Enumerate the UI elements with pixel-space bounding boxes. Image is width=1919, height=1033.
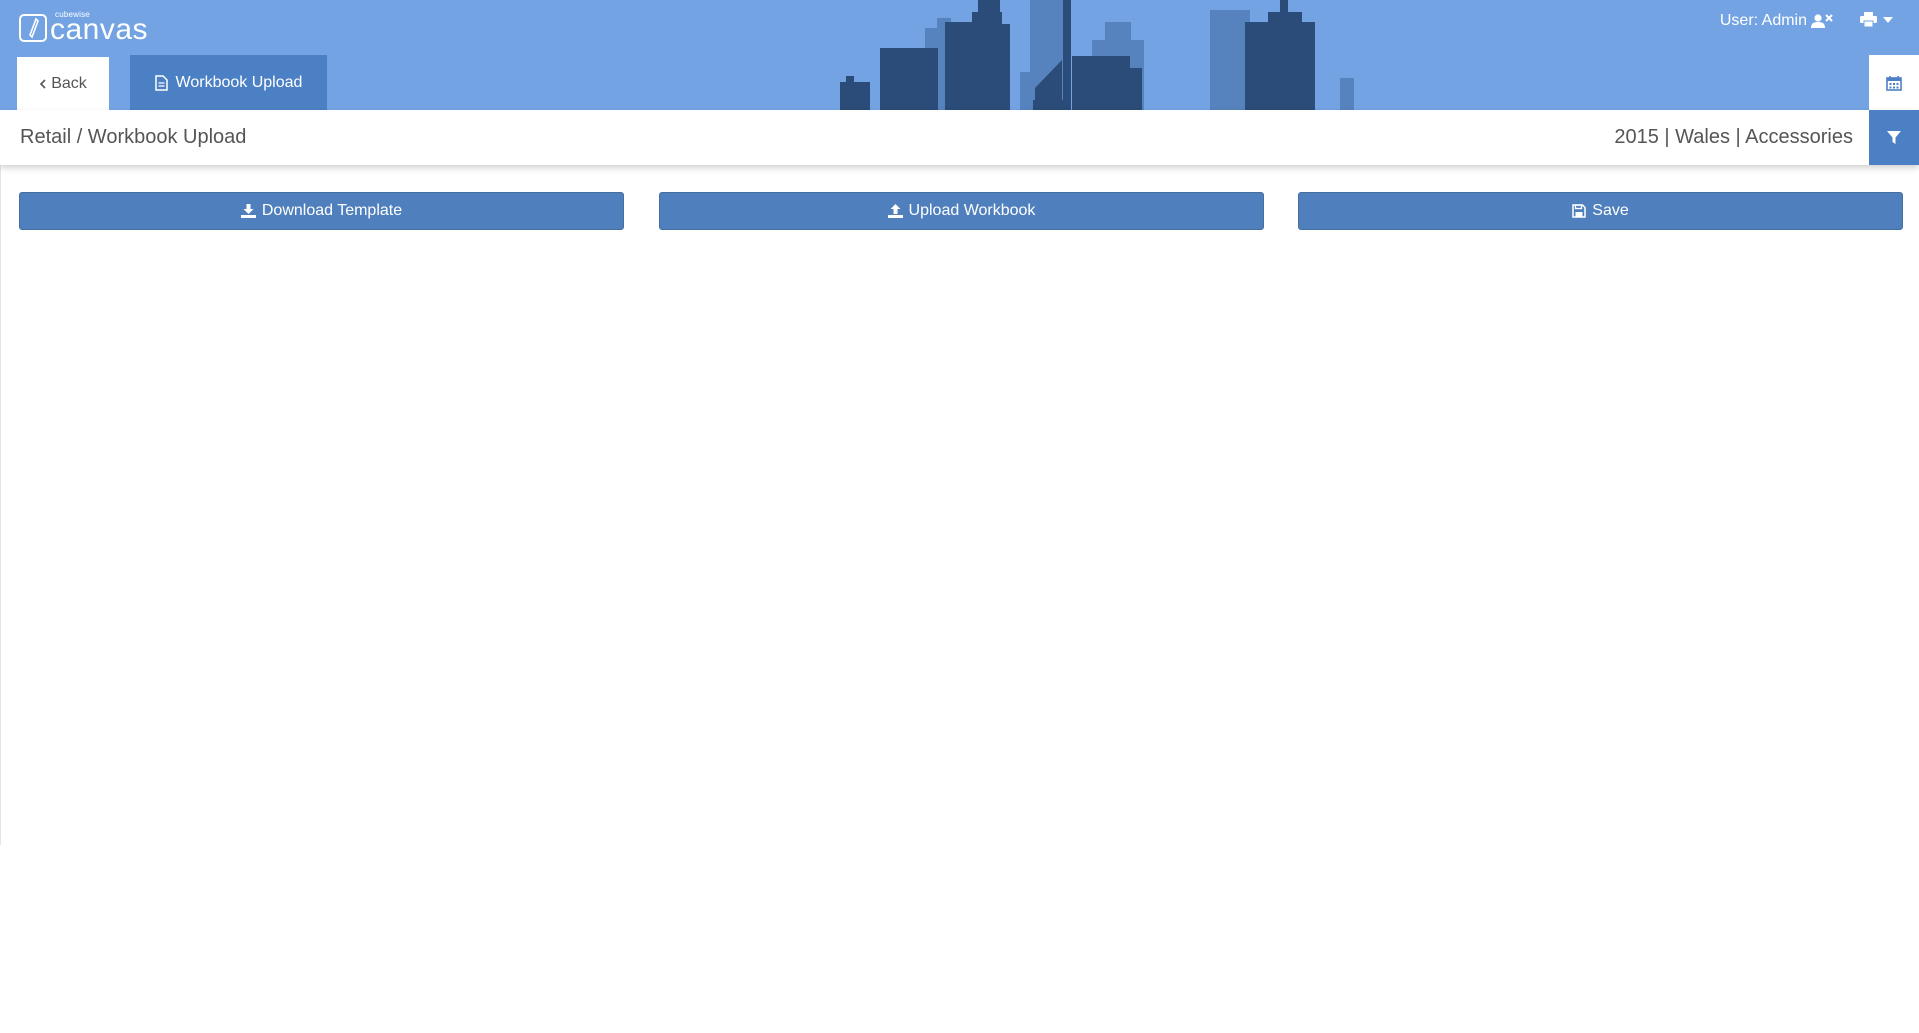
save-icon xyxy=(1572,204,1587,218)
calendar-button[interactable] xyxy=(1869,55,1919,110)
save-label: Save xyxy=(1592,202,1629,219)
download-template-button[interactable]: Download Template xyxy=(19,192,624,230)
upload-workbook-button[interactable]: Upload Workbook xyxy=(659,192,1264,230)
user-times-icon xyxy=(1811,14,1833,28)
back-button[interactable]: Back xyxy=(17,57,109,110)
breadcrumb: Retail / Workbook Upload xyxy=(20,126,247,148)
app-header: cubewise canvas User: Admin Back Workboo… xyxy=(0,0,1919,110)
printer-icon xyxy=(1860,12,1877,27)
context-selection[interactable]: 2015 | Wales | Accessories xyxy=(1614,126,1853,149)
calendar-icon xyxy=(1886,75,1902,91)
skyline-banner xyxy=(840,0,1354,110)
main-content: Download Template Upload Workbook Save xyxy=(0,165,1919,845)
upload-label: Upload Workbook xyxy=(908,202,1036,219)
logo-pen-icon xyxy=(19,14,47,42)
chevron-left-icon xyxy=(40,78,46,89)
filter-button[interactable] xyxy=(1869,110,1919,165)
brand-name: canvas xyxy=(50,13,149,46)
user-label: User: Admin xyxy=(1719,12,1807,29)
caret-down-icon xyxy=(1883,16,1893,23)
page-subheader: Retail / Workbook Upload 2015 | Wales | … xyxy=(0,110,1919,165)
upload-icon xyxy=(887,204,903,218)
save-button[interactable]: Save xyxy=(1298,192,1903,230)
print-menu[interactable] xyxy=(1860,12,1893,27)
filter-icon xyxy=(1887,130,1901,144)
canvas-logo: cubewise canvas xyxy=(18,10,158,46)
tab-workbook-upload[interactable]: Workbook Upload xyxy=(130,55,327,110)
download-label: Download Template xyxy=(261,202,403,219)
tab-label: Workbook Upload xyxy=(175,73,303,91)
file-icon xyxy=(154,74,168,91)
user-menu[interactable]: User: Admin xyxy=(1720,12,1833,30)
download-icon xyxy=(240,204,256,218)
back-label: Back xyxy=(51,74,87,92)
